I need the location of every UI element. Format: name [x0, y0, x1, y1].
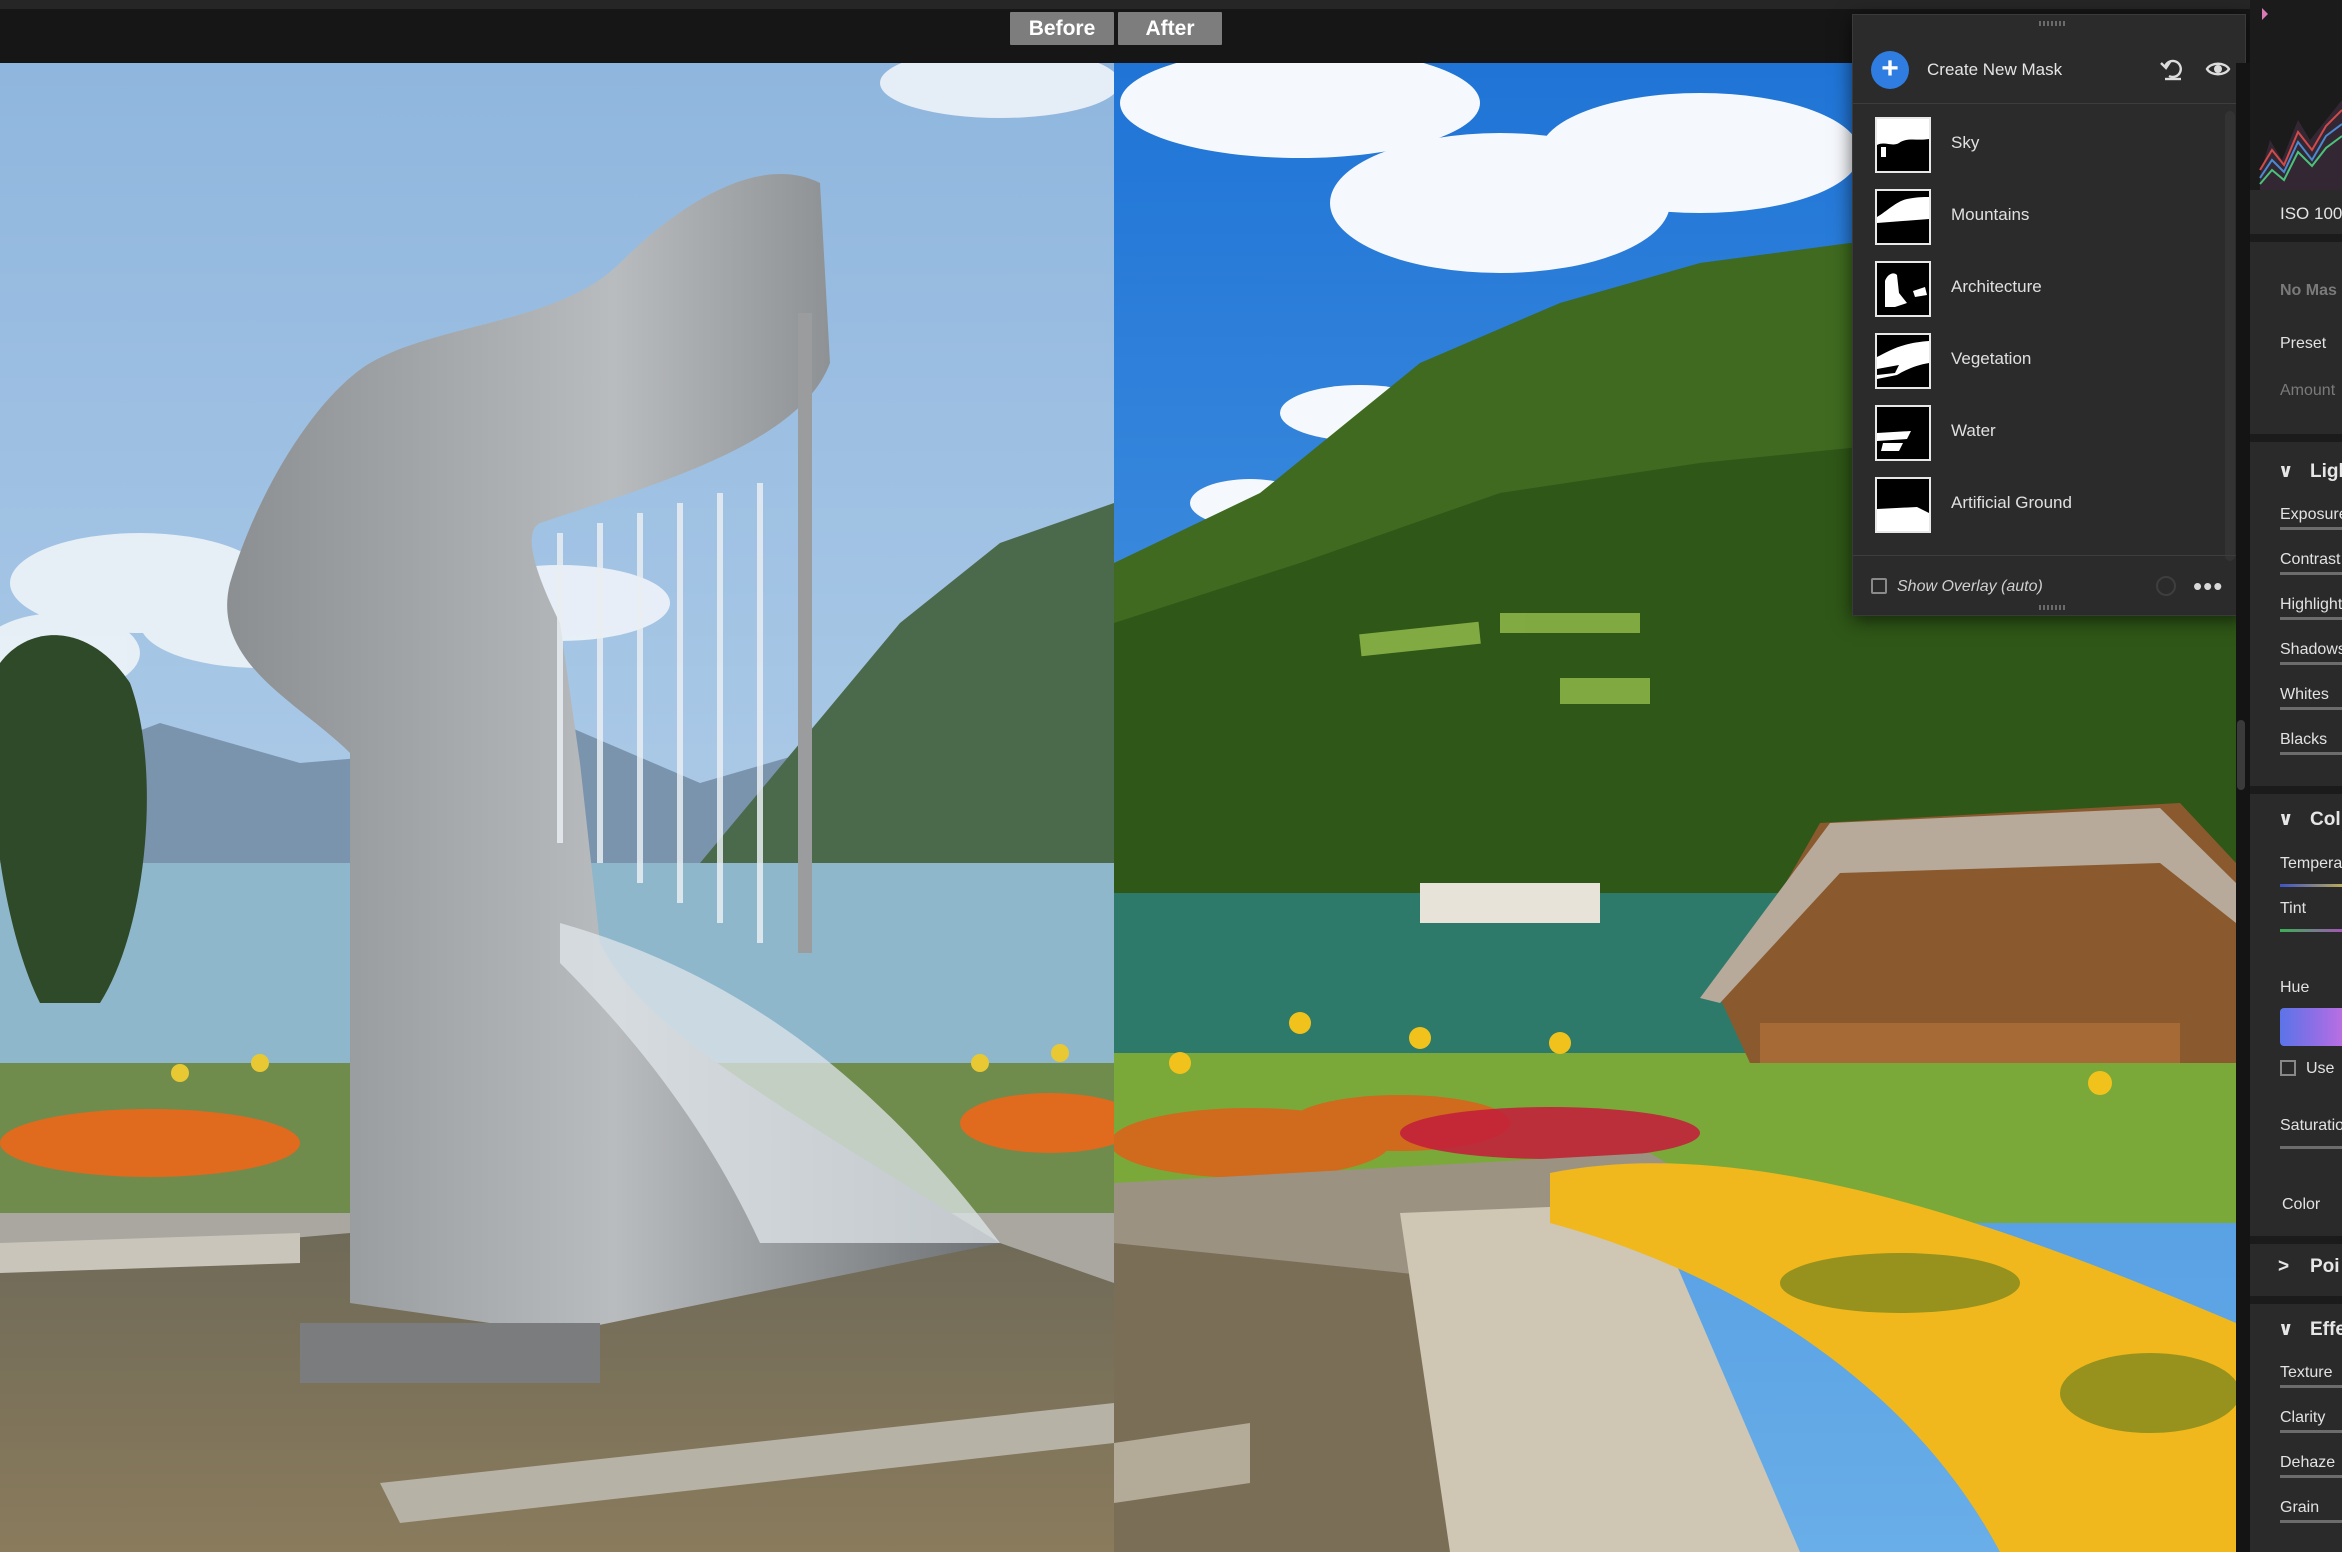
light-section-title: Ligl — [2310, 461, 2342, 482]
mask-item-vegetation[interactable]: Vegetation — [1853, 321, 2223, 393]
after-button[interactable]: After — [1118, 12, 1222, 45]
clipping-indicator-icon — [2262, 8, 2268, 20]
mask-thumbnail — [1875, 333, 1931, 389]
mask-status-label: No Mas — [2280, 282, 2337, 299]
more-options-icon[interactable]: ••• — [2193, 573, 2223, 599]
whites-slider[interactable] — [2280, 707, 2342, 710]
panel-resize-handle[interactable] — [2039, 605, 2067, 610]
mask-thumbnail — [1875, 405, 1931, 461]
divider — [1853, 103, 2245, 104]
mask-label: Sky — [1951, 133, 1980, 152]
mask-item-water[interactable]: Water — [1853, 393, 2223, 465]
before-button[interactable]: Before — [1010, 12, 1114, 45]
eye-icon[interactable] — [2205, 57, 2231, 81]
clarity-slider[interactable] — [2280, 1430, 2342, 1433]
masks-panel: + Create New Mask Sky Mountains Architec… — [1852, 14, 2246, 616]
contrast-slider-label[interactable]: Contrast — [2280, 551, 2340, 569]
panel-gutter — [2236, 63, 2250, 1552]
overlay-color-swatch[interactable] — [2156, 576, 2176, 596]
temperature-slider[interactable] — [2280, 884, 2342, 887]
mask-item-mountains[interactable]: Mountains — [1853, 177, 2223, 249]
chevron-down-icon: ∨ — [2278, 461, 2294, 482]
highlights-slider[interactable] — [2280, 617, 2342, 620]
mask-label: Water — [1951, 421, 1996, 440]
exposure-slider-label[interactable]: Exposure — [2280, 506, 2342, 524]
color-swatch-label[interactable]: Color — [2282, 1196, 2320, 1214]
panel-scrollbar[interactable] — [2237, 720, 2245, 790]
use-checkbox-label[interactable]: Use — [2306, 1060, 2334, 1078]
edit-panel: ISO 100 No Mas Preset Amount ∨ Ligl Expos… — [2250, 0, 2342, 1552]
point-section-title: Poi — [2310, 1256, 2340, 1277]
effects-section-header[interactable]: ∨ Effe — [2278, 1318, 2342, 1341]
section-divider — [2250, 234, 2342, 242]
mask-panel-header: + Create New Mask — [1853, 33, 2245, 105]
panel-drag-handle[interactable] — [2039, 21, 2067, 26]
whites-slider-label[interactable]: Whites — [2280, 686, 2329, 704]
mask-thumbnail — [1875, 261, 1931, 317]
color-section-header[interactable]: ∨ Col — [2278, 808, 2341, 831]
iso-readout: ISO 100 — [2280, 204, 2342, 223]
shadows-slider-label[interactable]: Shadows — [2280, 641, 2342, 659]
hue-label: Hue — [2280, 979, 2310, 996]
color-section-title: Col — [2310, 809, 2341, 830]
highlights-slider-label[interactable]: Highlight — [2280, 596, 2342, 614]
hue-color-picker[interactable] — [2280, 1008, 2342, 1046]
mask-label: Vegetation — [1951, 349, 2032, 368]
mask-thumbnail — [1875, 477, 1931, 533]
create-new-mask-label[interactable]: Create New Mask — [1927, 60, 2062, 80]
section-divider — [2250, 434, 2342, 442]
temperature-slider-label[interactable]: Tempera — [2280, 855, 2342, 873]
tint-slider-label[interactable]: Tint — [2280, 900, 2306, 918]
texture-slider-label[interactable]: Texture — [2280, 1364, 2332, 1382]
mask-thumbnail — [1875, 189, 1931, 245]
section-divider — [2250, 1296, 2342, 1304]
show-overlay-checkbox[interactable] — [1871, 578, 1887, 594]
show-overlay-label[interactable]: Show Overlay (auto) — [1897, 578, 2043, 596]
mask-label: Mountains — [1951, 205, 2030, 224]
grain-slider[interactable] — [2280, 1520, 2342, 1523]
section-divider — [2250, 1236, 2342, 1244]
shadows-slider[interactable] — [2280, 662, 2342, 665]
preset-label[interactable]: Preset — [2280, 335, 2326, 353]
saturation-slider-label[interactable]: Saturatio — [2280, 1117, 2342, 1135]
blacks-slider-label[interactable]: Blacks — [2280, 731, 2327, 749]
histogram — [2250, 0, 2342, 190]
effects-section-title: Effe — [2310, 1319, 2342, 1340]
mask-item-sky[interactable]: Sky — [1853, 105, 2223, 177]
tint-slider[interactable] — [2280, 929, 2342, 932]
create-mask-plus-icon[interactable]: + — [1871, 51, 1909, 89]
mask-label: Architecture — [1951, 277, 2042, 296]
mask-item-architecture[interactable]: Architecture — [1853, 249, 2223, 321]
chevron-right-icon: > — [2278, 1256, 2290, 1277]
window-edge — [0, 0, 2342, 9]
saturation-slider[interactable] — [2280, 1146, 2342, 1149]
grain-slider-label[interactable]: Grain — [2280, 1499, 2319, 1517]
blacks-slider[interactable] — [2280, 752, 2342, 755]
clarity-slider-label[interactable]: Clarity — [2280, 1409, 2325, 1427]
dehaze-slider-label[interactable]: Dehaze — [2280, 1454, 2335, 1472]
contrast-slider[interactable] — [2280, 572, 2342, 575]
mask-list-scrollbar[interactable] — [2225, 111, 2235, 561]
point-color-section-header[interactable]: > Poi — [2278, 1256, 2340, 1278]
light-section-header[interactable]: ∨ Ligl — [2278, 460, 2342, 483]
mask-thumbnail — [1875, 117, 1931, 173]
amount-label: Amount — [2280, 382, 2336, 399]
dehaze-slider[interactable] — [2280, 1475, 2342, 1478]
chevron-down-icon: ∨ — [2278, 1319, 2294, 1340]
section-divider — [2250, 786, 2342, 794]
mask-item-artificial-ground[interactable]: Artificial Ground — [1853, 465, 2223, 537]
mask-label: Artificial Ground — [1951, 493, 2072, 512]
use-checkbox[interactable] — [2280, 1060, 2296, 1076]
texture-slider[interactable] — [2280, 1385, 2342, 1388]
exposure-slider[interactable] — [2280, 527, 2342, 530]
reset-icon[interactable] — [2159, 55, 2187, 83]
chevron-down-icon: ∨ — [2278, 809, 2294, 830]
